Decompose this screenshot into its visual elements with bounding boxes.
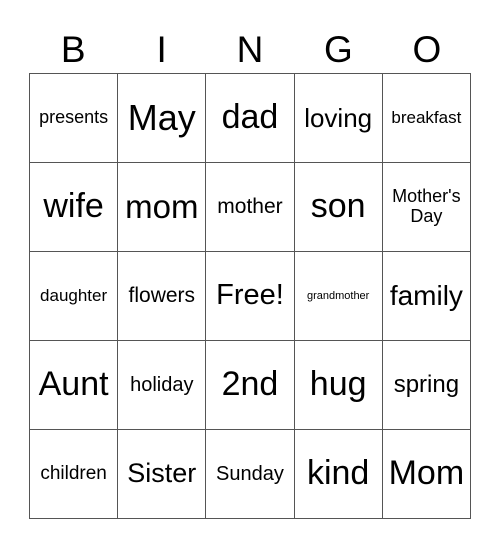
- header-letter-o: O: [412, 29, 442, 70]
- bingo-cell[interactable]: breakfast: [381, 73, 472, 163]
- bingo-cell[interactable]: mom: [117, 162, 207, 252]
- bingo-cell[interactable]: children: [28, 429, 119, 519]
- bingo-cell[interactable]: mother: [205, 162, 295, 252]
- bingo-row: presents May dad loving breakfast: [28, 73, 472, 163]
- header-letter-i: I: [156, 29, 167, 70]
- bingo-cell[interactable]: grandmother: [293, 251, 383, 341]
- bingo-cell[interactable]: Free!: [205, 251, 295, 341]
- bingo-cell[interactable]: daughter: [28, 251, 119, 341]
- bingo-cell[interactable]: family: [381, 251, 472, 341]
- bingo-cell[interactable]: Mom: [381, 429, 472, 519]
- bingo-cell[interactable]: spring: [381, 340, 472, 430]
- header-letter-g: G: [324, 29, 353, 70]
- bingo-cell[interactable]: holiday: [117, 340, 207, 430]
- bingo-cell[interactable]: son: [293, 162, 383, 252]
- bingo-row: daughter flowers Free! grandmother family: [28, 251, 472, 341]
- bingo-cell[interactable]: 2nd: [205, 340, 295, 430]
- bingo-cell[interactable]: flowers: [117, 251, 207, 341]
- bingo-row: Aunt holiday 2nd hug spring: [28, 340, 472, 430]
- bingo-cell[interactable]: hug: [293, 340, 383, 430]
- header-letter-n: N: [236, 29, 264, 70]
- bingo-cell[interactable]: loving: [293, 73, 383, 163]
- bingo-cell[interactable]: Aunt: [28, 340, 119, 430]
- header-letter-b: B: [60, 29, 86, 70]
- bingo-cell[interactable]: May: [117, 73, 207, 163]
- bingo-header: B I N G O: [29, 28, 471, 72]
- bingo-card: presents May dad loving breakfast wife mom moth…: [28, 73, 472, 519]
- bingo-row: wife mom mother son Mother's Day: [28, 162, 472, 252]
- bingo-cell[interactable]: presents: [28, 73, 119, 163]
- bingo-cell[interactable]: kind: [293, 429, 383, 519]
- bingo-cell[interactable]: Sister: [117, 429, 207, 519]
- bingo-cell[interactable]: Sunday: [205, 429, 295, 519]
- bingo-row: children Sister Sunday kind Mom: [28, 429, 472, 519]
- bingo-cell[interactable]: Mother's Day: [381, 162, 472, 252]
- bingo-cell[interactable]: dad: [205, 73, 295, 163]
- bingo-cell[interactable]: wife: [28, 162, 119, 252]
